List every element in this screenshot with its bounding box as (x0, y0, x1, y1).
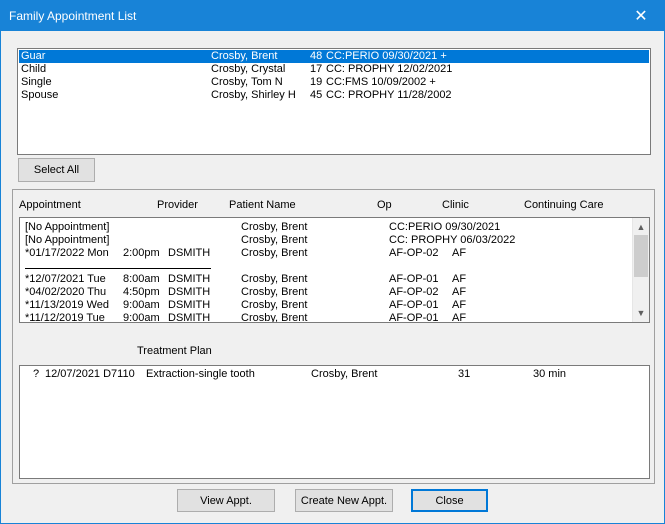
treatment-description: Extraction-single tooth (146, 368, 255, 380)
treatment-plan-list[interactable]: ? 12/07/2021 D7110 Extraction-single tooth… (19, 365, 650, 479)
header-clinic: Clinic (442, 199, 469, 211)
family-cc: CC:FMS 10/09/2002 + (326, 76, 436, 88)
appointment-clinic: AF (452, 247, 467, 259)
appointment-row[interactable]: *11/13/2019 Wed 9:00am DSMITH Crosby, Brent… (21, 299, 631, 312)
appointment-patient: Crosby, Brent (241, 234, 308, 246)
close-button[interactable]: Close (411, 489, 488, 512)
title-bar: Family Appointment List ✕ (1, 1, 664, 31)
family-name: Crosby, Crystal (211, 63, 286, 75)
family-age: 19 (310, 76, 323, 88)
family-age: 45 (310, 89, 323, 101)
appointment-divider (25, 268, 211, 269)
appointment-date: *04/02/2020 Thu (25, 286, 107, 298)
appointment-row[interactable]: [No Appointment] Crosby, Brent CC:PERIO 09… (21, 221, 631, 234)
appointment-patient: Crosby, Brent (241, 286, 308, 298)
appointment-op: CC:PERIO 09/30/2021 (389, 221, 501, 233)
treatment-status: ? (33, 368, 40, 380)
family-cc: CC: PROPHY 12/02/2021 (326, 63, 453, 75)
appointment-row[interactable]: *11/12/2019 Tue 9:00am DSMITH Crosby, Brent… (21, 312, 631, 323)
treatment-tooth: 31 (458, 368, 471, 380)
appointment-time: 4:50pm (123, 286, 160, 298)
appointment-patient: Crosby, Brent (241, 273, 308, 285)
appointment-provider: DSMITH (168, 299, 211, 311)
appointment-provider: DSMITH (168, 273, 211, 285)
view-appt-button[interactable]: View Appt. (177, 489, 275, 512)
family-role: Guar (21, 50, 46, 62)
appointment-patient: Crosby, Brent (241, 299, 308, 311)
appointment-scrollbar[interactable]: ▲ ▼ (632, 218, 649, 322)
family-cc: CC: PROPHY 11/28/2002 (326, 89, 452, 101)
window-title: Family Appointment List (9, 9, 137, 23)
family-role: Single (21, 76, 52, 88)
appointment-list[interactable]: ▲ ▼ [No Appointment] Crosby, Brent CC:PERI… (19, 217, 650, 323)
create-new-appt-button[interactable]: Create New Appt. (295, 489, 393, 512)
scroll-thumb[interactable] (634, 235, 648, 277)
header-op: Op (377, 199, 392, 211)
header-appointment: Appointment (19, 199, 81, 211)
appointment-op: AF-OP-01 (389, 299, 439, 311)
appointment-time: 9:00am (123, 312, 160, 323)
family-member-list[interactable]: Guar Crosby, Brent 48 CC:PERIO 09/30/2021 +… (17, 48, 651, 155)
treatment-plan-label: Treatment Plan (137, 345, 212, 357)
appointment-row[interactable]: *12/07/2021 Tue 8:00am DSMITH Crosby, Brent… (21, 273, 631, 286)
appointment-date: *01/17/2022 Mon (25, 247, 109, 259)
family-role: Spouse (21, 89, 59, 101)
appointment-op: AF-OP-02 (389, 286, 439, 298)
treatment-plan-row[interactable]: ? 12/07/2021 D7110 Extraction-single tooth… (21, 368, 647, 381)
family-member-row[interactable]: Spouse Crosby, Shirley H 45 CC: PROPHY 11/2… (19, 89, 649, 102)
appointment-patient: Crosby, Brent (241, 312, 308, 323)
family-age: 48 (310, 50, 323, 62)
appointment-date: [No Appointment] (25, 221, 110, 233)
appointment-time: 2:00pm (123, 247, 160, 259)
appointment-date: [No Appointment] (25, 234, 110, 246)
select-all-button[interactable]: Select All (18, 158, 95, 182)
family-appointment-window: Family Appointment List ✕ Guar Crosby, Br… (0, 0, 665, 524)
appointment-date: *12/07/2021 Tue (25, 273, 106, 285)
family-member-row[interactable]: Guar Crosby, Brent 48 CC:PERIO 09/30/2021 + (19, 50, 649, 63)
appointment-time: 9:00am (123, 299, 160, 311)
appointment-clinic: AF (452, 286, 467, 298)
appointment-row[interactable]: *01/17/2022 Mon 2:00pm DSMITH Crosby, Brent… (21, 247, 631, 260)
appointment-provider: DSMITH (168, 247, 211, 259)
family-member-row[interactable]: Single Crosby, Tom N 19 CC:FMS 10/09/2002 + (19, 76, 649, 89)
family-member-row[interactable]: Child Crosby, Crystal 17 CC: PROPHY 12/02/2… (19, 63, 649, 76)
scroll-down-icon[interactable]: ▼ (633, 305, 649, 321)
appointment-row[interactable]: [No Appointment] Crosby, Brent CC: PROPHY … (21, 234, 631, 247)
treatment-date-code: 12/07/2021 D7110 (45, 368, 135, 380)
header-provider: Provider (157, 199, 198, 211)
appointment-clinic: AF (452, 312, 467, 323)
treatment-patient: Crosby, Brent (311, 368, 378, 380)
appointment-provider: DSMITH (168, 286, 211, 298)
close-icon[interactable]: ✕ (618, 1, 664, 31)
family-age: 17 (310, 63, 323, 75)
appointment-patient: Crosby, Brent (241, 221, 308, 233)
family-cc: CC:PERIO 09/30/2021 + (326, 50, 447, 62)
treatment-duration: 30 min (533, 368, 567, 380)
appointment-date: *11/12/2019 Tue (25, 312, 105, 323)
appointment-provider: DSMITH (168, 312, 211, 323)
appointment-date: *11/13/2019 Wed (25, 299, 109, 311)
appointment-op: AF-OP-01 (389, 312, 439, 323)
appointment-patient: Crosby, Brent (241, 247, 308, 259)
header-patient-name: Patient Name (229, 199, 296, 211)
appointment-op: AF-OP-02 (389, 247, 439, 259)
appointment-clinic: AF (452, 273, 467, 285)
appointment-op: AF-OP-01 (389, 273, 439, 285)
appointment-row[interactable]: *04/02/2020 Thu 4:50pm DSMITH Crosby, Brent… (21, 286, 631, 299)
family-role: Child (21, 63, 47, 75)
header-continuing-care: Continuing Care (524, 199, 604, 211)
scroll-up-icon[interactable]: ▲ (633, 219, 649, 235)
appointment-clinic: AF (452, 299, 467, 311)
appointment-time: 8:00am (123, 273, 160, 285)
family-name: Crosby, Brent (211, 50, 278, 62)
appointment-op: CC: PROPHY 06/03/2022 (389, 234, 516, 246)
family-name: Crosby, Tom N (211, 76, 283, 88)
family-name: Crosby, Shirley H (211, 89, 296, 101)
